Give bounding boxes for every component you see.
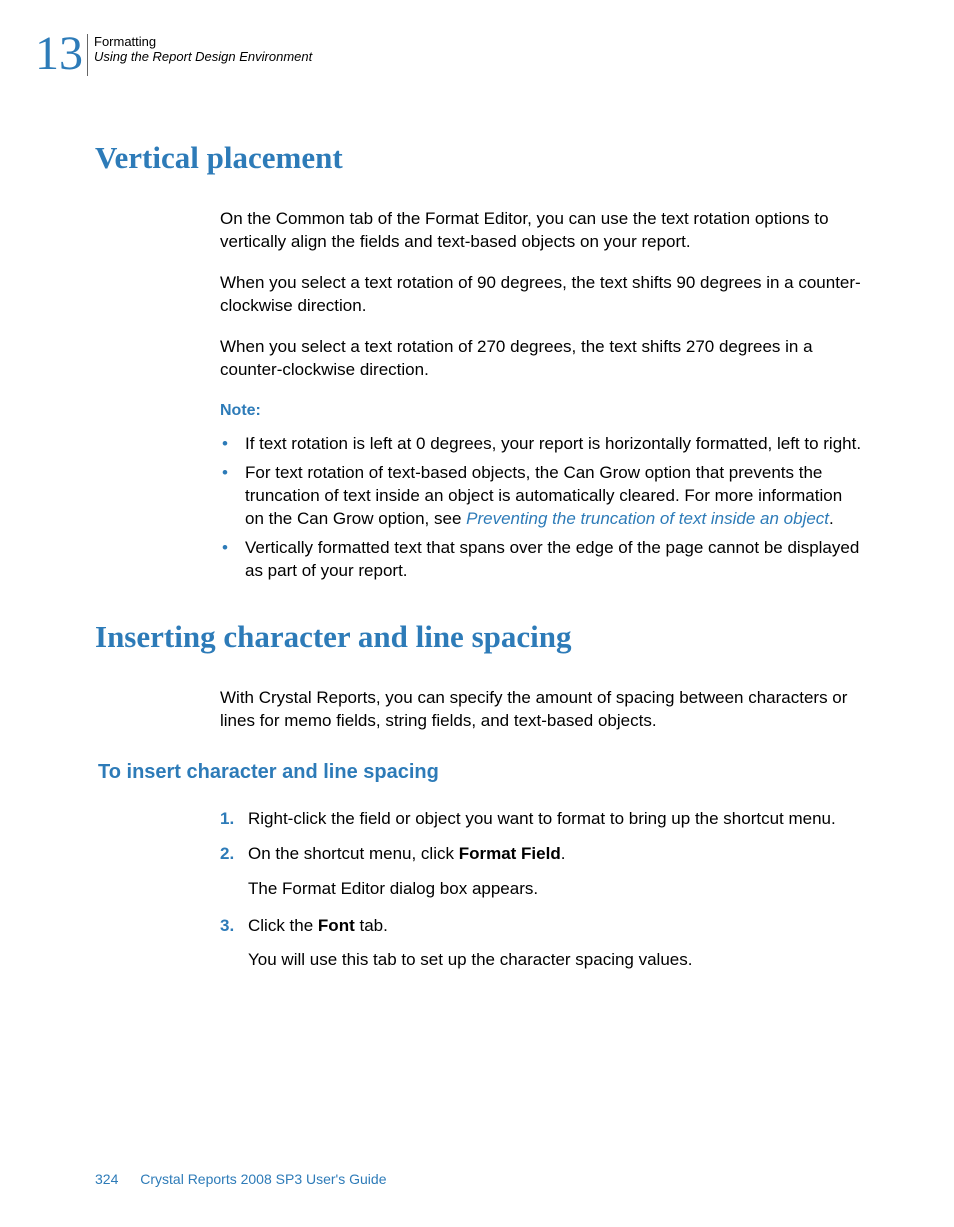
note-label: Note: <box>220 400 864 422</box>
text: . <box>561 844 566 863</box>
page-number: 324 <box>95 1171 118 1187</box>
para: On the Common tab of the Format Editor, … <box>220 208 864 254</box>
chapter-number: 13 <box>35 30 83 78</box>
step-text: Right-click the field or object you want… <box>248 809 836 828</box>
steps-body: 1. Right-click the field or object you w… <box>220 808 864 973</box>
section1-body: On the Common tab of the Format Editor, … <box>220 208 864 583</box>
section2-body: With Crystal Reports, you can specify th… <box>220 687 864 733</box>
text: Click the <box>248 916 318 935</box>
step-number: 3. <box>220 915 234 938</box>
step-text: Click the Font tab. <box>248 916 388 935</box>
text: . <box>829 509 834 528</box>
step-sub-text: The Format Editor dialog box appears. <box>220 878 864 901</box>
header-section-title: Using the Report Design Environment <box>94 49 312 64</box>
steps-list: 3. Click the Font tab. <box>220 915 864 938</box>
text: tab. <box>355 916 388 935</box>
subheading-to-insert: To insert character and line spacing <box>98 761 864 784</box>
steps-list: 1. Right-click the field or object you w… <box>220 808 864 866</box>
step-number: 2. <box>220 843 234 866</box>
para: With Crystal Reports, you can specify th… <box>220 687 864 733</box>
page-content: Vertical placement On the Common tab of … <box>95 140 864 986</box>
list-item: 3. Click the Font tab. <box>220 915 864 938</box>
page-footer: 324 Crystal Reports 2008 SP3 User's Guid… <box>95 1171 386 1187</box>
doc-title: Crystal Reports 2008 SP3 User's Guide <box>140 1171 386 1187</box>
heading-vertical-placement: Vertical placement <box>95 140 864 176</box>
page-header: 13 Formatting Using the Report Design En… <box>35 30 312 78</box>
list-item: 1. Right-click the field or object you w… <box>220 808 864 831</box>
list-item: If text rotation is left at 0 degrees, y… <box>220 433 864 456</box>
ui-label-font: Font <box>318 916 355 935</box>
ui-label-format-field: Format Field <box>459 844 561 863</box>
list-item: For text rotation of text-based objects,… <box>220 462 864 531</box>
list-item: Vertically formatted text that spans ove… <box>220 537 864 583</box>
note-bullet-list: If text rotation is left at 0 degrees, y… <box>220 433 864 583</box>
heading-inserting-spacing: Inserting character and line spacing <box>95 619 864 655</box>
para: When you select a text rotation of 270 d… <box>220 336 864 382</box>
step-sub-text: You will use this tab to set up the char… <box>220 949 864 972</box>
para: When you select a text rotation of 90 de… <box>220 272 864 318</box>
step-text: On the shortcut menu, click Format Field… <box>248 844 565 863</box>
header-text-block: Formatting Using the Report Design Envir… <box>94 30 312 64</box>
list-item: 2. On the shortcut menu, click Format Fi… <box>220 843 864 866</box>
step-number: 1. <box>220 808 234 831</box>
header-chapter-title: Formatting <box>94 34 312 49</box>
link-preventing-truncation[interactable]: Preventing the truncation of text inside… <box>466 509 829 528</box>
header-divider <box>87 34 88 76</box>
text: On the shortcut menu, click <box>248 844 459 863</box>
